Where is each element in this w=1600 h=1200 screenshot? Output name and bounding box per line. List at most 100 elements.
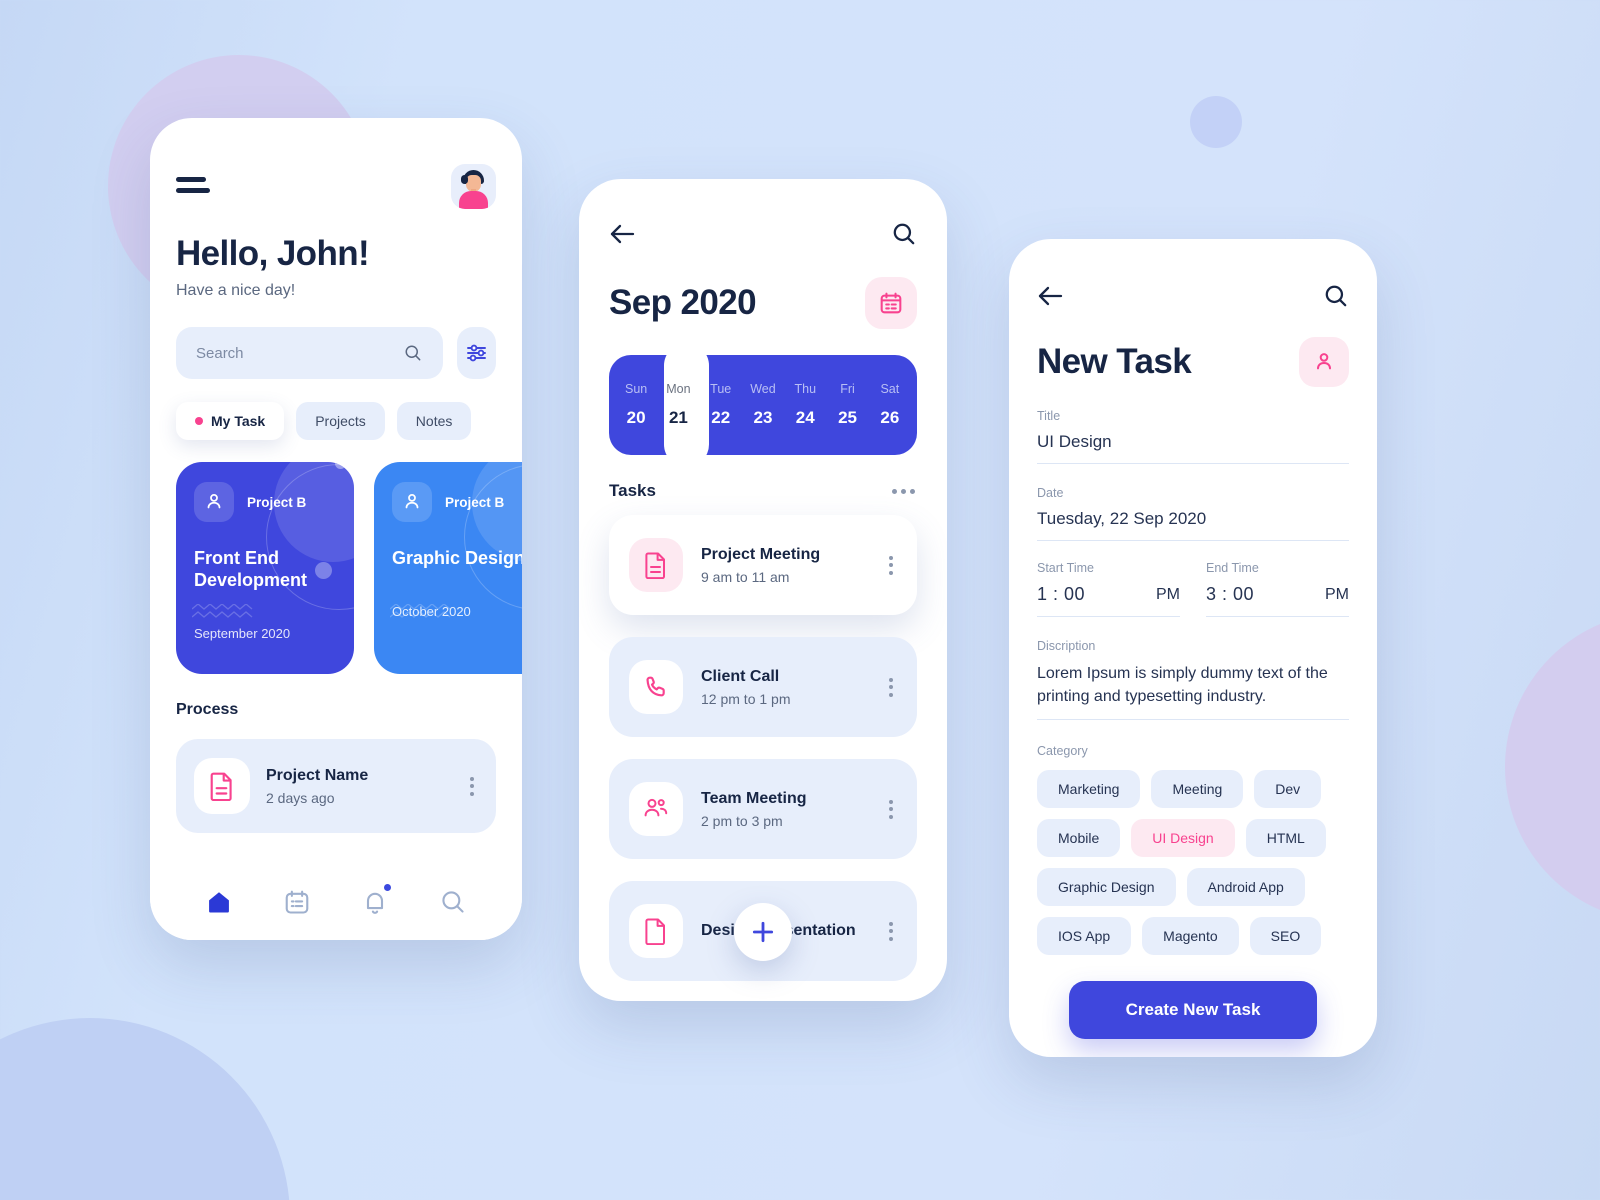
search-row bbox=[176, 327, 496, 379]
tab-my-task[interactable]: My Task bbox=[176, 402, 285, 440]
task-title: Project Meeting bbox=[701, 545, 821, 563]
chip-ui-design[interactable]: UI Design bbox=[1131, 819, 1235, 858]
tasks-more-button[interactable] bbox=[890, 483, 917, 500]
task-row[interactable]: Project Meeting 9 am to 11 am bbox=[609, 515, 917, 615]
bottom-navigation bbox=[150, 864, 522, 940]
task-row[interactable]: Client Call 12 pm to 1 pm bbox=[609, 637, 917, 737]
process-item-more-button[interactable] bbox=[466, 773, 478, 800]
week-day-tue[interactable]: Tue 22 bbox=[700, 355, 742, 455]
task-more-button[interactable] bbox=[885, 674, 897, 701]
nav-calendar[interactable] bbox=[276, 881, 318, 923]
task-text: Project Meeting 9 am to 11 am bbox=[701, 546, 820, 585]
nav-home[interactable] bbox=[198, 881, 240, 923]
task-more-button[interactable] bbox=[885, 918, 897, 945]
avatar-sidehair-shape bbox=[461, 174, 468, 184]
calendar-icon bbox=[285, 890, 309, 914]
task-title: Client Call bbox=[701, 667, 780, 685]
phone-screen-new-task: New Task Title UI Design Date Tuesday, 2… bbox=[1009, 239, 1377, 1057]
day-name: Sat bbox=[880, 382, 900, 396]
chip-ios-app[interactable]: IOS App bbox=[1037, 917, 1132, 956]
process-item[interactable]: Project Name 2 days ago bbox=[176, 739, 496, 833]
project-date: September 2020 bbox=[194, 625, 291, 641]
chip-html[interactable]: HTML bbox=[1245, 819, 1326, 858]
chip-graphic-design[interactable]: Graphic Design bbox=[1037, 868, 1176, 907]
calendar-picker-button[interactable] bbox=[865, 277, 917, 329]
field-date-label: Date bbox=[1037, 486, 1064, 500]
project-card[interactable]: Project B Front End Development Septembe… bbox=[176, 462, 354, 674]
field-title-value[interactable]: UI Design bbox=[1037, 432, 1349, 464]
greeting-subtitle: Have a nice day! bbox=[176, 282, 296, 299]
week-day-thu[interactable]: Thu 24 bbox=[784, 355, 826, 455]
chip-marketing[interactable]: Marketing bbox=[1037, 770, 1141, 809]
hamburger-menu-icon[interactable] bbox=[176, 177, 210, 195]
task-time: 2 pm to 3 pm bbox=[701, 812, 783, 829]
week-day-wed[interactable]: Wed 23 bbox=[742, 355, 784, 455]
day-number: 23 bbox=[753, 408, 773, 427]
search-button[interactable] bbox=[1323, 283, 1349, 309]
add-task-button[interactable] bbox=[734, 903, 792, 961]
search-icon bbox=[1325, 285, 1347, 307]
field-end-time-label: End Time bbox=[1206, 561, 1259, 575]
document-icon bbox=[645, 918, 665, 945]
field-end-time-control[interactable]: 3 : 00 PM bbox=[1206, 584, 1349, 617]
create-new-task-button[interactable]: Create New Task bbox=[1069, 981, 1317, 1040]
filter-button[interactable] bbox=[457, 327, 496, 379]
day-name: Thu bbox=[794, 382, 817, 396]
day-number: 22 bbox=[711, 408, 731, 427]
phone-screen-home: Hello, John! Have a nice day! Search My … bbox=[150, 118, 522, 940]
avatar-shirt-shape bbox=[459, 190, 488, 209]
nav-notifications[interactable] bbox=[354, 881, 396, 923]
nav-search[interactable] bbox=[432, 881, 474, 923]
field-start-time: Start Time 1 : 00 PM bbox=[1037, 561, 1180, 617]
task-row[interactable]: Team Meeting 2 pm to 3 pm bbox=[609, 759, 917, 859]
task-filter-tabs: My Task Projects Notes bbox=[176, 402, 496, 440]
project-cards-carousel[interactable]: Project B Front End Development Septembe… bbox=[176, 462, 522, 674]
bell-icon bbox=[366, 892, 384, 914]
week-day-sun[interactable]: Sun 20 bbox=[615, 355, 657, 455]
day-number: 25 bbox=[838, 408, 857, 427]
week-strip[interactable]: Sun 20 Mon 21 Tue 22 Wed 23 Thu 24 Fri 2… bbox=[609, 343, 917, 467]
field-description-value[interactable]: Lorem Ipsum is simply dummy text of the … bbox=[1037, 662, 1349, 721]
search-icon bbox=[405, 345, 421, 361]
day-name: Mon bbox=[666, 382, 691, 396]
field-start-time-label: Start Time bbox=[1037, 561, 1094, 575]
week-day-mon[interactable]: Mon 21 bbox=[657, 355, 699, 455]
back-button[interactable] bbox=[609, 222, 637, 246]
back-button[interactable] bbox=[1037, 284, 1065, 308]
chip-mobile[interactable]: Mobile bbox=[1037, 819, 1121, 858]
task-time: 12 pm to 1 pm bbox=[701, 690, 791, 707]
chip-dev[interactable]: Dev bbox=[1254, 770, 1322, 809]
page-title: New Task bbox=[1037, 342, 1192, 381]
assignee-button[interactable] bbox=[1299, 337, 1349, 387]
task-more-button[interactable] bbox=[885, 796, 897, 823]
day-number: 21 bbox=[668, 408, 688, 427]
process-item-name: Project Name bbox=[266, 766, 369, 784]
start-time-meridiem: PM bbox=[1156, 585, 1180, 603]
week-day-sat[interactable]: Sat 26 bbox=[869, 355, 911, 455]
chip-magento[interactable]: Magento bbox=[1142, 917, 1239, 956]
day-name: Tue bbox=[710, 382, 732, 396]
person-icon bbox=[207, 493, 221, 509]
project-owner-label: Project B bbox=[445, 494, 505, 510]
project-card[interactable]: Project B Graphic Design October 2020 bbox=[374, 462, 522, 674]
search-button[interactable] bbox=[891, 221, 917, 247]
avatar[interactable] bbox=[451, 163, 496, 209]
chip-meeting[interactable]: Meeting bbox=[1151, 770, 1244, 809]
field-date-value[interactable]: Tuesday, 22 Sep 2020 bbox=[1037, 509, 1349, 541]
chip-seo[interactable]: SEO bbox=[1249, 917, 1322, 956]
project-date: October 2020 bbox=[392, 603, 471, 619]
tab-projects[interactable]: Projects bbox=[296, 402, 385, 440]
chip-android-app[interactable]: Android App bbox=[1186, 868, 1305, 907]
task-icon-wrap bbox=[629, 660, 683, 714]
search-box[interactable] bbox=[176, 327, 443, 379]
tab-notes[interactable]: Notes bbox=[396, 402, 472, 440]
process-item-text: Project Name 2 days ago bbox=[266, 767, 368, 806]
week-day-fri[interactable]: Fri 25 bbox=[826, 355, 868, 455]
field-start-time-control[interactable]: 1 : 00 PM bbox=[1037, 584, 1180, 617]
task-more-button[interactable] bbox=[885, 552, 897, 579]
notification-badge-dot bbox=[384, 884, 391, 891]
search-input[interactable] bbox=[196, 344, 395, 362]
day-number: 20 bbox=[626, 408, 646, 427]
process-item-icon-wrap bbox=[194, 758, 250, 814]
day-number: 26 bbox=[880, 408, 900, 427]
